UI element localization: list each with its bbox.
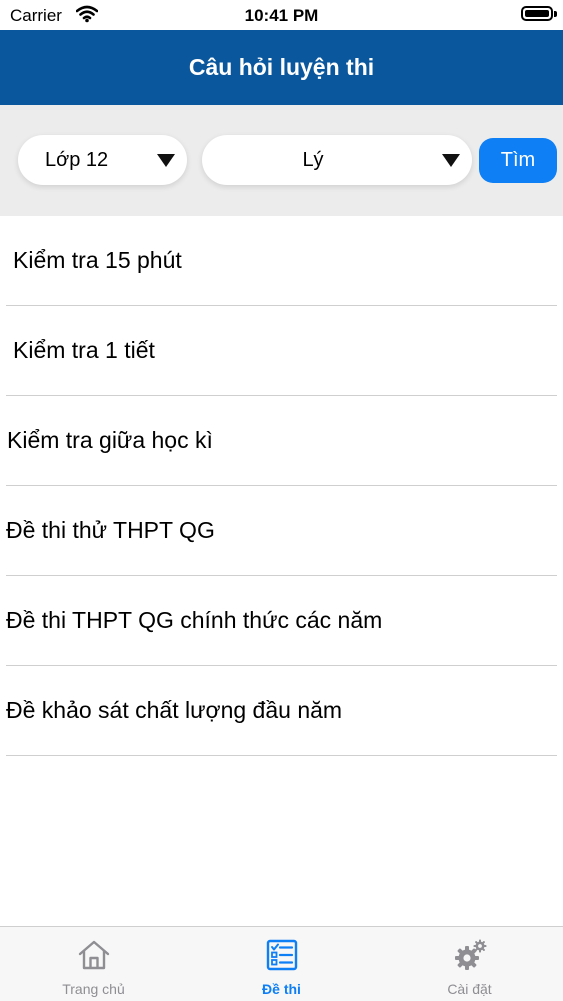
list-item-label: Đề thi thử THPT QG <box>6 517 215 543</box>
tab-exams-label: Đề thi <box>262 981 301 997</box>
tab-exams[interactable]: Đề thi <box>188 927 375 1001</box>
exam-list: Kiểm tra 15 phút Kiểm tra 1 tiết Kiểm tr… <box>0 216 563 756</box>
list-item-label: Kiểm tra 15 phút <box>13 247 182 273</box>
list-item-label: Kiểm tra 1 tiết <box>13 337 155 363</box>
list-item[interactable]: Kiểm tra giữa học kì <box>6 396 557 486</box>
list-item[interactable]: Đề khảo sát chất lượng đầu năm <box>6 666 557 756</box>
clock: 10:41 PM <box>244 6 319 25</box>
dropdown-caret-icon <box>157 154 175 167</box>
grade-select[interactable]: Lớp 12 <box>18 135 187 185</box>
navigation-bar: Câu hỏi luyện thi <box>0 30 563 105</box>
checklist-icon <box>266 939 298 971</box>
list-item-label: Kiểm tra giữa học kì <box>7 427 213 453</box>
list-item-label: Đề thi THPT QG chính thức các năm <box>6 607 383 633</box>
subject-select[interactable]: Lý <box>202 135 472 185</box>
subject-select-value: Lý <box>302 149 324 171</box>
list-item[interactable]: Kiểm tra 15 phút <box>6 216 557 306</box>
tab-home[interactable]: Trang chủ <box>0 927 187 1001</box>
list-item[interactable]: Kiểm tra 1 tiết <box>6 306 557 396</box>
gears-icon <box>455 939 487 970</box>
tab-bar: Trang chủ Đề thi Cài đặt <box>0 926 563 1001</box>
tab-home-label: Trang chủ <box>62 981 125 997</box>
search-button[interactable]: Tìm <box>479 138 557 183</box>
dropdown-caret-icon <box>442 154 460 167</box>
filter-bar: Lớp 12 Lý Tìm <box>0 105 563 216</box>
grade-select-value: Lớp 12 <box>45 149 109 171</box>
list-item[interactable]: Đề thi thử THPT QG <box>6 486 557 576</box>
battery-icon <box>521 6 557 21</box>
page-title: Câu hỏi luyện thi <box>188 54 375 80</box>
status-bar: Carrier 10:41 PM <box>0 0 563 30</box>
list-item-label: Đề khảo sát chất lượng đầu năm <box>6 697 343 723</box>
list-item[interactable]: Đề thi THPT QG chính thức các năm <box>6 576 557 666</box>
tab-settings[interactable]: Cài đặt <box>376 927 563 1001</box>
home-icon <box>78 940 110 970</box>
tab-settings-label: Cài đặt <box>447 981 492 997</box>
